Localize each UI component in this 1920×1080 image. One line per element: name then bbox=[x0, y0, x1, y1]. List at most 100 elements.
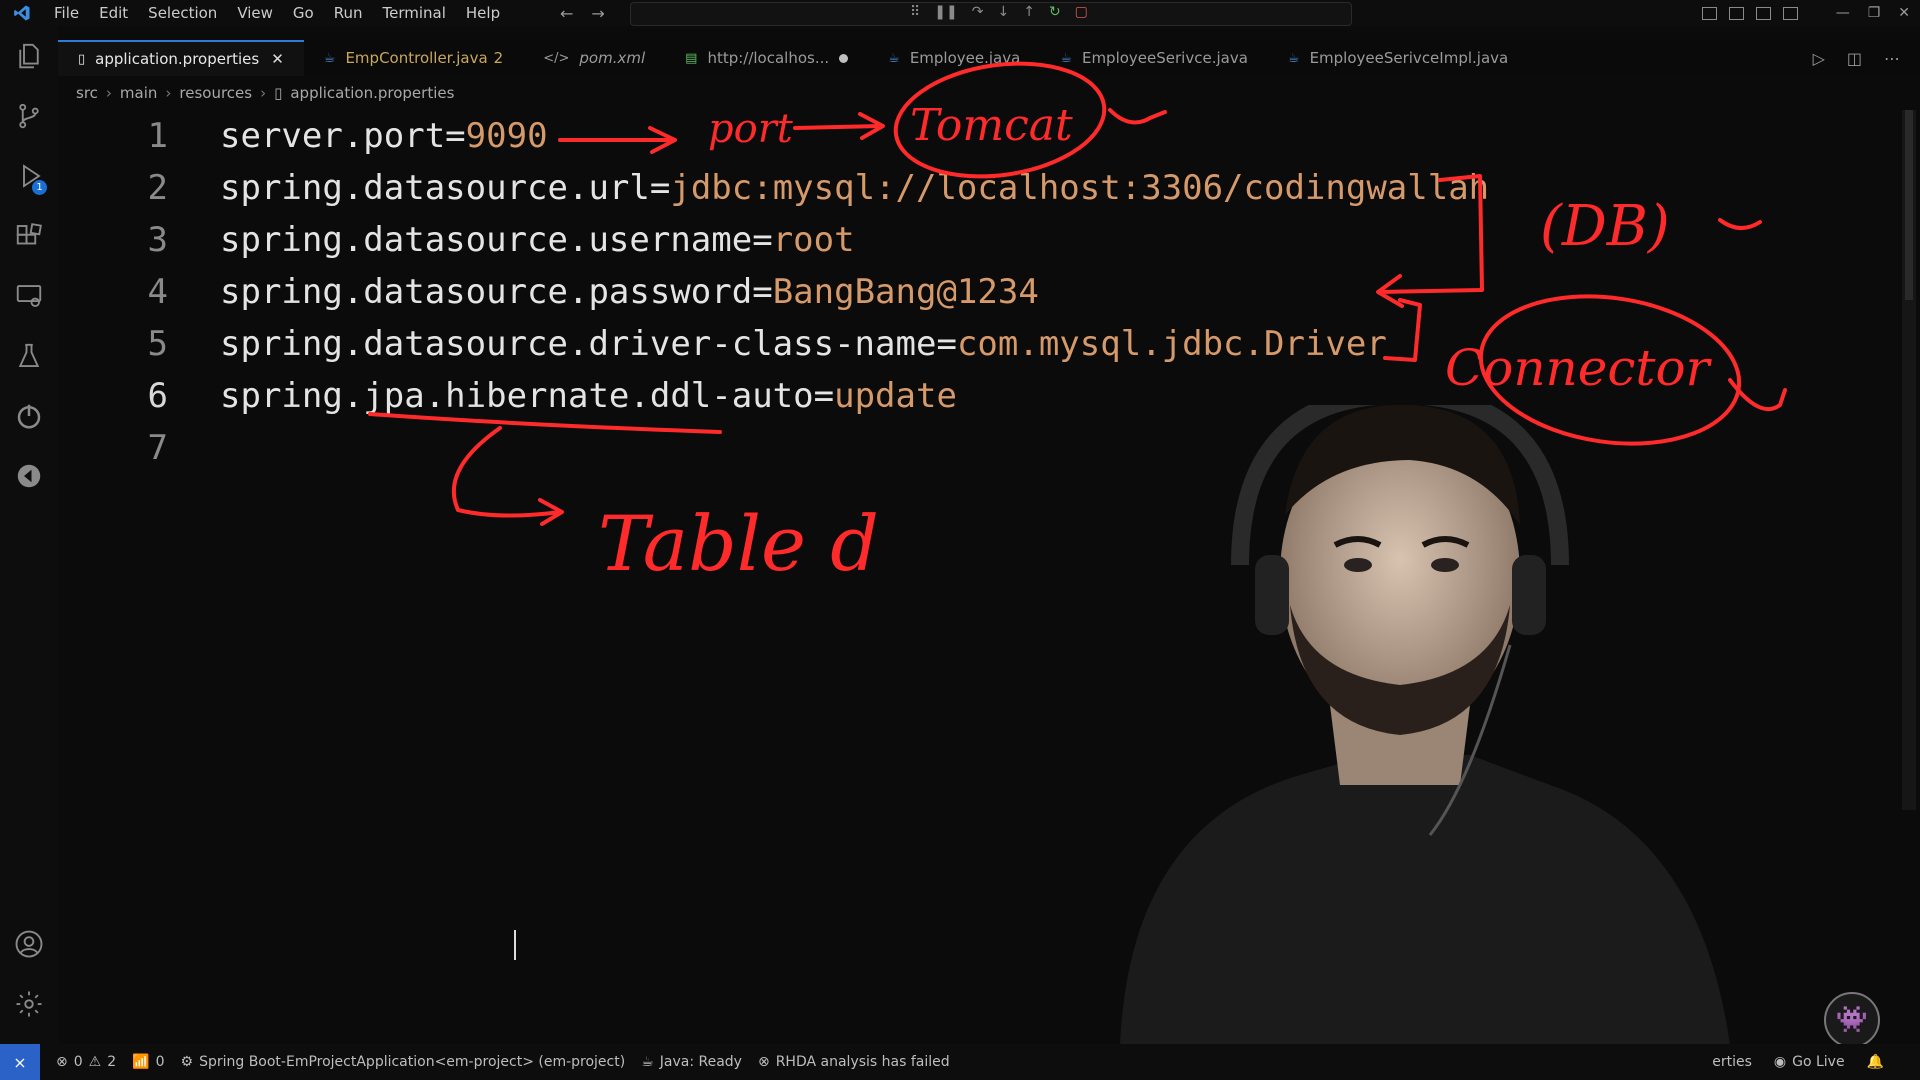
text-cursor bbox=[514, 930, 516, 960]
remote-explorer-icon[interactable] bbox=[0, 266, 58, 326]
breadcrumb-src[interactable]: src bbox=[76, 84, 98, 102]
scrollbar-thumb[interactable] bbox=[1905, 110, 1913, 300]
step-into-icon[interactable]: ↓ bbox=[997, 4, 1009, 20]
testing-icon[interactable] bbox=[0, 326, 58, 386]
notifications-bell-icon[interactable]: 🔔 bbox=[1867, 1054, 1884, 1070]
warning-icon: ⚠ bbox=[88, 1054, 102, 1070]
tab-localhost-preview[interactable]: ▤ http://localhos... bbox=[665, 40, 868, 76]
tab-label: EmployeeSerivceImpl.java bbox=[1309, 49, 1509, 67]
step-over-icon[interactable]: ↷ bbox=[972, 4, 984, 20]
line-number: 5 bbox=[147, 324, 168, 364]
go-live-label: Go Live bbox=[1792, 1054, 1845, 1070]
equals-sign: = bbox=[936, 324, 957, 364]
menu-help[interactable]: Help bbox=[456, 0, 510, 26]
customize-layout-icon[interactable] bbox=[1782, 6, 1798, 20]
activity-bar: 1 bbox=[0, 26, 58, 1044]
ports-count: 0 bbox=[155, 1054, 165, 1070]
property-value: jdbc:mysql://localhost:3306/codingwallah bbox=[670, 168, 1490, 208]
source-control-icon[interactable] bbox=[0, 86, 58, 146]
code-line: 7 bbox=[58, 422, 220, 474]
extensions-icon[interactable] bbox=[0, 206, 58, 266]
accounts-icon[interactable] bbox=[0, 914, 58, 974]
tab-label: http://localhos... bbox=[707, 49, 830, 67]
property-value: update bbox=[834, 376, 957, 416]
settings-gear-icon[interactable] bbox=[0, 974, 58, 1034]
ports-status[interactable]: 📶 0 bbox=[132, 1054, 164, 1070]
language-mode-status[interactable]: erties bbox=[1712, 1054, 1752, 1070]
toggle-secondary-sidebar-icon[interactable] bbox=[1755, 6, 1771, 20]
rhda-label: RHDA analysis has failed bbox=[775, 1054, 950, 1070]
line-number: 6 bbox=[147, 376, 168, 416]
menu-file[interactable]: File bbox=[44, 0, 89, 26]
spring-boot-icon: ⚙ bbox=[180, 1054, 194, 1070]
property-key: spring.jpa.hibernate.ddl-auto bbox=[220, 376, 814, 416]
run-debug-icon[interactable]: 1 bbox=[0, 146, 58, 206]
stop-icon[interactable]: ▢ bbox=[1075, 4, 1088, 20]
forward-arrow-icon[interactable]: → bbox=[591, 4, 604, 23]
toggle-sidebar-icon[interactable] bbox=[1701, 6, 1717, 20]
property-value: root bbox=[772, 220, 855, 260]
property-key: spring.datasource.driver-class-name bbox=[220, 324, 937, 364]
tab-label: EmployeeSerivce.java bbox=[1081, 49, 1248, 67]
rhda-status[interactable]: ⊗ RHDA analysis has failed bbox=[758, 1054, 950, 1070]
go-live-button[interactable]: ◉ Go Live bbox=[1774, 1054, 1845, 1070]
radio-tower-icon: 📶 bbox=[132, 1054, 150, 1070]
menu-run[interactable]: Run bbox=[324, 0, 373, 26]
tab-label: pom.xml bbox=[579, 49, 646, 67]
tab-empcontroller[interactable]: ☕ EmpController.java 2 bbox=[304, 40, 523, 76]
equals-sign: = bbox=[813, 376, 835, 416]
split-editor-icon[interactable]: ◫ bbox=[1847, 49, 1862, 68]
close-tab-icon[interactable]: ✕ bbox=[271, 50, 284, 68]
explorer-icon[interactable] bbox=[0, 26, 58, 86]
breadcrumb-file[interactable]: application.properties bbox=[290, 84, 454, 102]
more-actions-icon[interactable]: ⋯ bbox=[1884, 49, 1900, 68]
minimize-icon[interactable]: — bbox=[1836, 5, 1850, 21]
menu-terminal[interactable]: Terminal bbox=[373, 0, 456, 26]
pause-icon[interactable]: ❚❚ bbox=[934, 4, 957, 20]
breadcrumb-resources[interactable]: resources bbox=[179, 84, 252, 102]
java-icon: ☕ bbox=[888, 50, 900, 66]
tab-pom-xml[interactable]: </> pom.xml bbox=[523, 40, 665, 76]
menu-edit[interactable]: Edit bbox=[89, 0, 138, 26]
run-icon[interactable]: ▷ bbox=[1813, 49, 1825, 68]
java-icon: ☕ bbox=[1287, 50, 1300, 66]
browser-preview-icon: ▤ bbox=[685, 50, 698, 66]
live-share-icon[interactable] bbox=[0, 446, 58, 506]
code-line: 1 server.port = 9090 bbox=[58, 110, 548, 162]
equals-sign: = bbox=[752, 220, 773, 260]
restart-icon[interactable]: ↻ bbox=[1049, 4, 1061, 20]
run-config-status[interactable]: ⚙ Spring Boot-EmProjectApplication<em-pr… bbox=[181, 1054, 626, 1070]
step-out-icon[interactable]: ↑ bbox=[1023, 4, 1035, 20]
tab-label: EmpController.java bbox=[345, 49, 488, 67]
toggle-panel-icon[interactable] bbox=[1728, 6, 1744, 20]
menu-view[interactable]: View bbox=[227, 0, 283, 26]
code-line: 3 spring.datasource.username = root bbox=[58, 214, 855, 266]
drag-handle-icon[interactable]: ⠿ bbox=[910, 4, 920, 20]
tab-employee-java[interactable]: ☕ Employee.java bbox=[868, 40, 1040, 76]
tab-application-properties[interactable]: ▯ application.properties ✕ bbox=[58, 40, 304, 76]
run-config-label: Spring Boot-EmProjectApplication<em-proj… bbox=[199, 1054, 626, 1070]
status-bar: ⨯ ⊗ 0 ⚠ 2 📶 0 ⚙ Spring Boot-EmProjectApp… bbox=[0, 1044, 1920, 1080]
property-key: spring.datasource.username bbox=[220, 220, 753, 260]
close-window-icon[interactable]: ✕ bbox=[1898, 5, 1910, 21]
restore-icon[interactable]: ❐ bbox=[1868, 5, 1881, 21]
menu-go[interactable]: Go bbox=[283, 0, 324, 26]
java-status[interactable]: ☕ Java: Ready bbox=[641, 1054, 742, 1070]
line-number: 4 bbox=[147, 272, 168, 312]
code-line: 2 spring.datasource.url = jdbc:mysql://loc… bbox=[58, 162, 1490, 214]
property-value: BangBang@1234 bbox=[772, 272, 1039, 312]
ai-assistant-icon[interactable]: 👾 bbox=[1824, 992, 1880, 1048]
editor-scrollbar[interactable] bbox=[1902, 110, 1916, 810]
equals-sign: = bbox=[445, 116, 466, 156]
property-value: 9090 bbox=[465, 116, 548, 156]
remote-indicator-icon[interactable]: ⨯ bbox=[0, 1044, 40, 1080]
problems-status[interactable]: ⊗ 0 ⚠ 2 bbox=[56, 1054, 116, 1070]
tab-employeeserivce-java[interactable]: ☕ EmployeeSerivce.java bbox=[1040, 40, 1268, 76]
menu-selection[interactable]: Selection bbox=[138, 0, 227, 26]
breadcrumb-main[interactable]: main bbox=[120, 84, 157, 102]
spring-boot-dashboard-icon[interactable] bbox=[0, 386, 58, 446]
tab-employeeserivceimpl-java[interactable]: ☕ EmployeeSerivceImpl.java bbox=[1268, 40, 1528, 76]
back-arrow-icon[interactable]: ← bbox=[560, 4, 573, 23]
vscode-logo-icon bbox=[0, 0, 44, 26]
xml-icon: </> bbox=[543, 50, 570, 66]
